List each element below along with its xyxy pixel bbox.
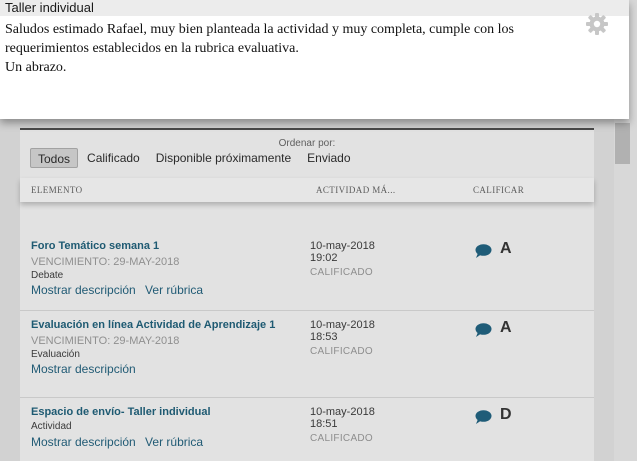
popup-titlebar: Taller individual	[0, 0, 629, 16]
item-type: Evaluación	[31, 349, 80, 360]
item-links: Mostrar descripción	[31, 362, 142, 376]
grades-panel: Ordenar por: Todos Calificado Disponible…	[20, 128, 594, 461]
show-description-link[interactable]: Mostrar descripción	[31, 283, 136, 297]
filter-bar: Todos Calificado Disponible próximamente…	[30, 148, 360, 168]
show-description-link[interactable]: Mostrar descripción	[31, 362, 136, 376]
activity-time: 18:51	[310, 418, 338, 430]
filter-all-button[interactable]: Todos	[30, 148, 79, 168]
column-activity-header[interactable]: ACTIVIDAD MÁ...	[316, 185, 396, 195]
comment-bubble-icon[interactable]	[475, 410, 492, 424]
item-type: Debate	[31, 270, 64, 281]
grade-letter: A	[500, 240, 512, 257]
list-item: Evaluación en línea Actividad de Aprendi…	[20, 319, 594, 398]
feedback-closing: Un abrazo.	[5, 60, 67, 75]
item-links: Mostrar descripción Ver rúbrica	[31, 435, 209, 449]
filter-upcoming-button[interactable]: Disponible próximamente	[149, 148, 298, 168]
column-grade-header[interactable]: CALIFICAR	[473, 185, 524, 195]
column-element-header[interactable]: ELEMENTO	[31, 185, 83, 195]
show-description-link[interactable]: Mostrar descripción	[31, 435, 136, 449]
grade-letter: D	[500, 406, 512, 423]
view-rubric-link[interactable]: Ver rúbrica	[145, 283, 203, 297]
comment-bubble-icon[interactable]	[475, 323, 492, 337]
item-links: Mostrar descripción Ver rúbrica	[31, 283, 209, 297]
popup-title: Taller individual	[5, 0, 94, 15]
item-title-link[interactable]: Foro Temático semana 1	[31, 240, 159, 252]
feedback-text: Saludos estimado Rafael, muy bien plante…	[5, 22, 514, 56]
activity-time: 18:53	[310, 331, 338, 343]
panel-top-divider	[20, 128, 594, 130]
activity-date: 10-may-2018	[310, 240, 375, 252]
activity-time: 19:02	[310, 252, 338, 264]
activity-status: CALIFICADO	[310, 267, 374, 278]
item-due-date: VENCIMIENTO: 29-MAY-2018	[31, 256, 180, 268]
grade-list: Foro Temático semana 1 VENCIMIENTO: 29-M…	[20, 232, 594, 461]
grade-letter: A	[500, 319, 512, 336]
activity-date: 10-may-2018	[310, 406, 375, 418]
item-title-link[interactable]: Espacio de envío- Taller individual	[31, 406, 211, 418]
feedback-comment: Saludos estimado Rafael, muy bien plante…	[5, 20, 580, 77]
list-item: Foro Temático semana 1 VENCIMIENTO: 29-M…	[20, 232, 594, 311]
filter-submitted-button[interactable]: Enviado	[300, 148, 357, 168]
activity-status: CALIFICADO	[310, 433, 374, 444]
feedback-popup: Taller individual Saludos estimado Rafae…	[0, 0, 629, 119]
item-type: Actividad	[31, 421, 72, 432]
scrollbar-thumb[interactable]	[615, 123, 630, 164]
item-due-date: VENCIMIENTO: 29-MAY-2018	[31, 335, 180, 347]
list-item: Espacio de envío- Taller individual Acti…	[20, 406, 594, 461]
activity-status: CALIFICADO	[310, 346, 374, 357]
filter-graded-button[interactable]: Calificado	[80, 148, 147, 168]
item-title-link[interactable]: Evaluación en línea Actividad de Aprendi…	[31, 319, 275, 331]
activity-date: 10-may-2018	[310, 319, 375, 331]
columns-header: ELEMENTO ACTIVIDAD MÁ... CALIFICAR	[20, 178, 594, 202]
comment-bubble-icon[interactable]	[475, 244, 492, 258]
view-rubric-link[interactable]: Ver rúbrica	[145, 435, 203, 449]
gear-icon[interactable]	[585, 12, 609, 36]
